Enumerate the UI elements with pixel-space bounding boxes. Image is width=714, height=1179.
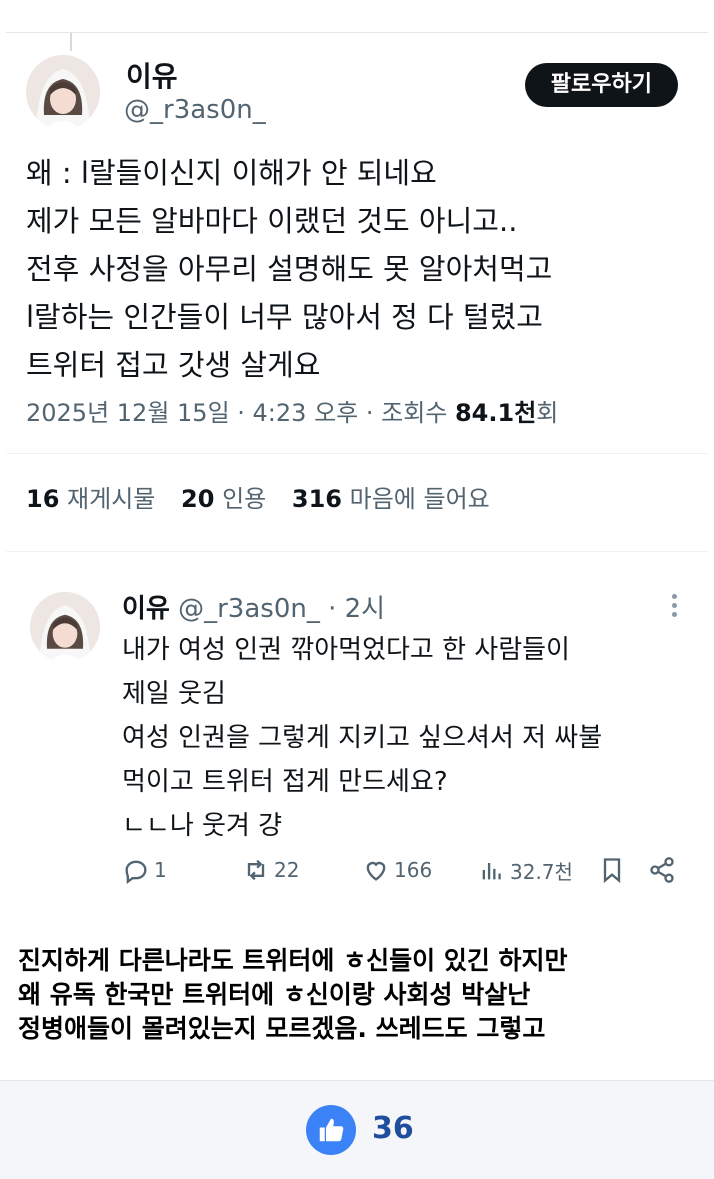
- heart-icon: [366, 861, 386, 881]
- avatar-image: [30, 592, 100, 662]
- divider: [6, 453, 708, 454]
- tweet-screenshot: 이유 @_r3as0n_ 팔로우하기 왜 : l랄들이신지 이해가 안 되네요 …: [6, 32, 708, 910]
- views-icon: [482, 863, 501, 880]
- repost-label[interactable]: 재게시물: [67, 485, 155, 513]
- recommend-bar: 36: [0, 1080, 714, 1179]
- reply-button[interactable]: 1: [122, 852, 167, 888]
- thumbs-up-icon: [319, 1118, 344, 1142]
- views-action-count: 32.7천: [510, 859, 573, 884]
- engagement-stats: 16 재게시물 20 인용 316 마음에 들어요: [26, 479, 508, 514]
- reply-avatar[interactable]: [30, 592, 100, 662]
- reply-line: 내가 여성 인권 깎아먹었다고 한 사람들이: [122, 635, 570, 665]
- recommend-count: 36: [372, 1111, 414, 1146]
- share-button[interactable]: [648, 852, 680, 888]
- like-label[interactable]: 마음에 들어요: [350, 485, 490, 513]
- caption-line: 왜 유독 한국만 트위터에 ㅎ신이랑 사회성 박살난: [18, 980, 531, 1009]
- tweet-meta: 2025년 12월 15일 · 4:23 오후 · 조회수 84.1천회: [26, 393, 558, 428]
- repost-count[interactable]: 16: [26, 485, 59, 513]
- reply-display-name[interactable]: 이유: [122, 594, 170, 624]
- caption-line: 정병애들이 몰려있는지 모르겠음. 쓰레드도 그렇고: [18, 1014, 546, 1043]
- like-action-count: 166: [394, 858, 433, 882]
- reply-line: 여성 인권을 그렇게 지키고 싶으셔서 저 싸불: [122, 723, 603, 753]
- reply-header: 이유 @_r3as0n_ · 2시: [122, 588, 385, 625]
- bookmark-button[interactable]: [598, 852, 630, 888]
- user-handle[interactable]: @_r3as0n_: [124, 95, 266, 125]
- like-button[interactable]: 166: [362, 852, 432, 888]
- reply-tweet[interactable]: 이유 @_r3as0n_ · 2시 내가 여성 인권 깎아먹었다고 한 사람들이…: [6, 578, 708, 898]
- views-button[interactable]: 32.7천: [478, 852, 573, 888]
- avatar-image: [26, 55, 100, 129]
- edge-mark: [70, 33, 72, 51]
- reply-actions: 1 22 166 32.7천: [122, 852, 682, 888]
- timestamp[interactable]: 2025년 12월 15일 · 4:23 오후 · 조회수: [26, 399, 455, 427]
- tweet-text: 왜 : l랄들이신지 이해가 안 되네요 제가 모든 알바마다 이랬던 것도 아…: [26, 149, 696, 389]
- view-suffix: 회: [536, 399, 559, 427]
- tweet-line: 제가 모든 알바마다 이랬던 것도 아니고..: [26, 204, 518, 238]
- tweet-header: 이유 @_r3as0n_ 팔로우하기: [26, 55, 706, 135]
- bookmark-icon: [603, 858, 621, 883]
- repost-button[interactable]: 22: [242, 852, 299, 888]
- tweet-line: 전후 사정을 아무리 설명해도 못 알아처먹고: [26, 252, 553, 286]
- reply-count: 1: [154, 858, 167, 882]
- reply-line: 제일 웃김: [122, 679, 226, 709]
- reply-text: 내가 여성 인권 깎아먹었다고 한 사람들이 제일 웃김 여성 인권을 그렇게 …: [122, 628, 692, 848]
- repost-icon: [247, 859, 265, 881]
- like-count[interactable]: 316: [292, 485, 342, 513]
- reply-line: ㄴㄴ나 웃겨 걍: [122, 811, 283, 841]
- tweet-line: l랄하는 인간들이 너무 많아서 정 다 털렸고: [26, 300, 543, 334]
- view-count: 84.1천: [454, 399, 537, 427]
- thumbs-up-button[interactable]: [306, 1105, 356, 1155]
- reply-line: 먹이고 트위터 접게 만드세요?: [122, 767, 448, 797]
- quote-label[interactable]: 인용: [222, 485, 266, 513]
- follow-button[interactable]: 팔로우하기: [524, 63, 678, 107]
- caption-line: 진지하게 다른나라도 트위터에 ㅎ신들이 있긴 하지만: [18, 946, 568, 975]
- quote-count[interactable]: 20: [181, 485, 214, 513]
- tweet-line: 트위터 접고 갓생 살게요: [26, 348, 321, 382]
- more-options-icon[interactable]: [670, 594, 678, 620]
- post-caption: 진지하게 다른나라도 트위터에 ㅎ신들이 있긴 하지만 왜 유독 한국만 트위터…: [18, 944, 708, 1046]
- repost-action-count: 22: [274, 858, 300, 882]
- avatar[interactable]: [26, 55, 100, 129]
- divider: [6, 551, 708, 552]
- display-name[interactable]: 이유: [126, 55, 178, 95]
- reply-icon: [125, 860, 147, 884]
- share-icon: [650, 857, 674, 883]
- tweet-line: 왜 : l랄들이신지 이해가 안 되네요: [26, 156, 437, 190]
- reply-handle-time[interactable]: @_r3as0n_ · 2시: [170, 594, 385, 624]
